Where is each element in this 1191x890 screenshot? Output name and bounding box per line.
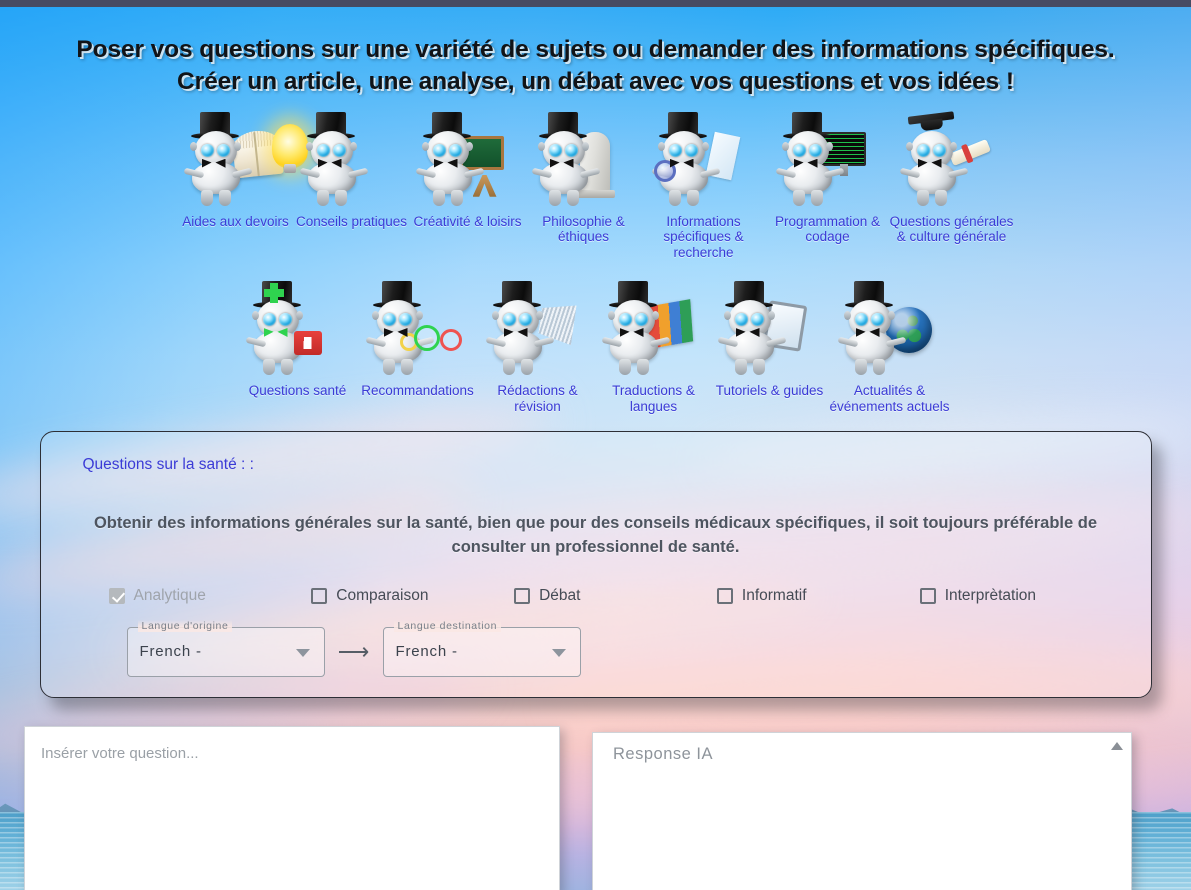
robot-medkit-icon [245,281,350,377]
language-selector-row: Langue d'origine French - ⟶ Langue desti… [126,620,1123,678]
answer-placeholder: Response IA [613,745,713,763]
arrow-right-icon: ⟶ [337,639,370,665]
checkbox-box-icon[interactable] [919,588,936,605]
checkbox-box-icon[interactable] [716,588,733,605]
robot-easel-icon [415,111,520,208]
robot-globe-icon [837,281,942,377]
checkbox-label: Informatif [741,587,807,605]
robot-diploma-icon [899,110,1004,208]
topic-label: Questions générales & culture générale [889,213,1014,245]
topic-label: Conseils pratiques [295,213,408,229]
scroll-up-icon[interactable] [1111,742,1123,750]
checkbox-analytique[interactable]: Analytique [108,587,312,605]
panel-description: Obtenir des informations générales sur l… [93,513,1098,556]
topic-recommandations[interactable]: Recommandations [356,281,480,399]
chevron-down-icon[interactable] [551,649,566,658]
topic-grid-row-2: Questions santé Recommandations Rédactio… [0,281,1191,415]
checkbox-debat[interactable]: Débat [514,587,717,605]
topic-tutoriels-guides[interactable]: Tutoriels & guides [712,281,828,399]
style-checkbox-group: Analytique Comparaison Débat Informatif [108,587,1123,605]
topic-philosophie-ethiques[interactable]: Philosophie & éthiques [526,111,642,246]
topic-aides-aux-devoirs[interactable]: Aides aux devoirs [178,111,294,230]
robot-broom-icon [485,281,590,377]
topic-label: Créativité & loisirs [413,213,522,229]
source-language-value: French - [139,643,202,661]
topic-label: Programmation & codage [774,213,881,245]
ai-response-output[interactable]: Response IA [592,732,1132,890]
topic-label: Philosophie & éthiques [542,213,625,245]
checkbox-label: Comparaison [336,587,429,605]
checkbox-box-icon[interactable] [311,588,328,605]
robot-monitor-icon [775,111,880,208]
topic-grid-row-1: Aides aux devoirs Conseils pratiques Cré… [0,110,1191,261]
topic-label: Aides aux devoirs [182,213,289,229]
robot-statue-icon [531,111,636,208]
checkbox-label: Interprètation [944,587,1037,605]
topic-traductions-langues[interactable]: Traductions & langues [596,281,712,415]
robot-lightbulb-icon [271,111,404,208]
question-placeholder: Insérer votre question... [41,745,199,762]
topic-actualites-evenements-actuels[interactable]: Actualités & événements actuels [828,281,952,415]
checkbox-box-icon[interactable] [108,588,125,605]
robot-films-icon [601,281,706,377]
target-language-legend: Langue destination [393,620,502,633]
topic-creativite-loisirs[interactable]: Créativité & loisirs [410,111,526,230]
page-content: Poser vos questions sur une variété de s… [0,34,1191,699]
robot-tablet-icon [717,281,822,377]
topic-questions-generales-culture-generale[interactable]: Questions générales & culture générale [889,110,1014,246]
checkbox-informatif[interactable]: Informatif [716,587,920,605]
topic-label: Recommandations [361,383,474,399]
selected-topic-panel: Questions sur la santé : : Obtenir des i… [39,430,1152,699]
checkbox-label: Analytique [133,587,206,605]
checkbox-interpretation[interactable]: Interprètation [919,587,1123,605]
robot-smileys-icon [365,281,470,377]
target-language-value: French - [395,643,458,661]
panel-title: Questions sur la santé : : [82,455,254,473]
topic-questions-sante[interactable]: Questions santé [240,281,356,399]
topic-label: Traductions & langues [612,383,695,414]
robot-book-icon [183,111,288,208]
topic-label: Rédactions & révision [497,383,578,414]
io-area: Insérer votre question... Response IA [0,724,1191,890]
topic-conseils-pratiques[interactable]: Conseils pratiques [271,111,410,230]
source-language-legend: Langue d'origine [137,620,233,633]
chevron-down-icon[interactable] [295,649,310,658]
checkbox-box-icon[interactable] [514,588,531,605]
question-input[interactable]: Insérer votre question... [24,726,560,890]
browser-top-bar [0,0,1191,7]
target-language-select[interactable]: Langue destination French - [382,620,581,678]
topic-label: Tutoriels & guides [715,383,824,399]
topic-label: Actualités & événements actuels [829,383,950,414]
app-root: Poser vos questions sur une variété de s… [0,0,1191,890]
checkbox-comparaison[interactable]: Comparaison [311,587,514,605]
robot-magnifier-icon [651,111,756,208]
topic-label: Informations spécifiques & recherche [663,213,744,261]
topic-redactions-revision[interactable]: Rédactions & révision [480,281,596,415]
page-title: Poser vos questions sur une variété de s… [76,36,1115,95]
topic-informations-specifiques-recherche[interactable]: Informations spécifiques & recherche [642,111,766,261]
topic-label: Questions santé [248,383,347,399]
checkbox-label: Débat [539,587,581,605]
topic-programmation-codage[interactable]: Programmation & codage [766,111,890,246]
source-language-select[interactable]: Langue d'origine French - [126,620,325,678]
